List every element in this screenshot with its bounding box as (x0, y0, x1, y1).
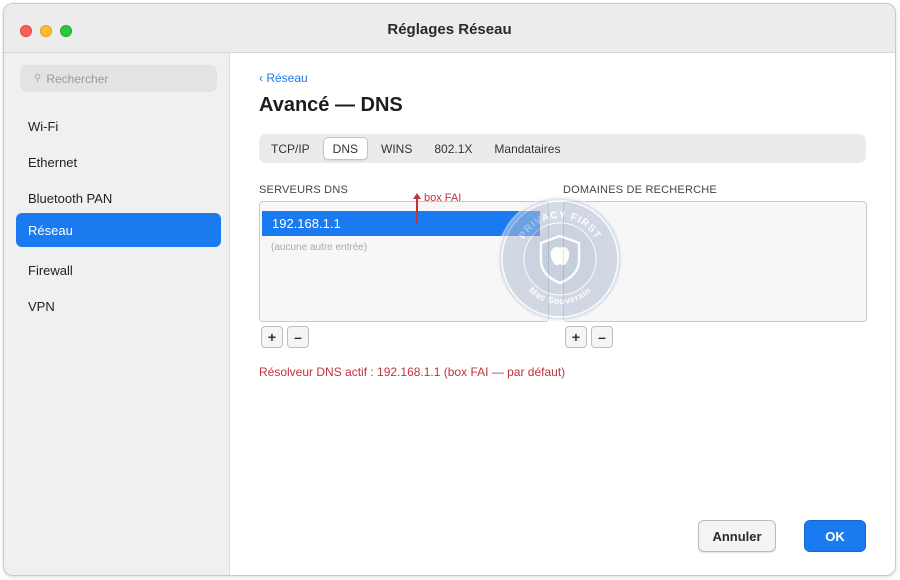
annotation-label: box FAI (424, 192, 462, 204)
settings-window: Réglages Réseau ⚲ Rechercher Wi-Fi Ether… (3, 3, 896, 576)
tab-mandataires[interactable]: Mandataires (485, 137, 569, 160)
apple-icon (550, 247, 570, 266)
sidebar: ⚲ Rechercher Wi-Fi Ethernet Bluetooth PA… (4, 53, 230, 575)
sidebar-item-vpn[interactable]: VPN (16, 289, 221, 323)
cancel-button[interactable]: Annuler (698, 520, 776, 552)
remove-dns-server-button[interactable]: – (287, 326, 309, 348)
search-placeholder: Rechercher (46, 71, 109, 86)
privacy-seal-watermark: PRIVACY FIRST Mac Souverain (497, 196, 623, 322)
title-bar: Réglages Réseau (4, 4, 895, 53)
page-title: Avancé — DNS (259, 94, 403, 116)
resolver-status: Résolveur DNS actif : 192.168.1.1 (box F… (259, 365, 566, 379)
annotation-arrow (416, 197, 418, 223)
tab-tcp-ip[interactable]: TCP/IP (262, 137, 319, 160)
ok-button[interactable]: OK (804, 520, 866, 552)
tab-802-1x[interactable]: 802.1X (425, 137, 481, 160)
search-domains-label: DOMAINES DE RECHERCHE (563, 184, 717, 196)
back-link[interactable]: ‹ Réseau (259, 71, 308, 85)
tab-wins[interactable]: WINS (372, 137, 421, 160)
search-field[interactable]: ⚲ Rechercher (20, 65, 217, 92)
remove-search-domain-button[interactable]: – (591, 326, 613, 348)
tab-bar: TCP/IP DNS WINS 802.1X Mandataires (259, 134, 866, 163)
dns-empty-note: (aucune autre entrée) (271, 242, 368, 253)
window-title: Réglages Réseau (387, 21, 512, 38)
sidebar-item-ethernet[interactable]: Ethernet (16, 145, 221, 179)
sidebar-item-wifi[interactable]: Wi-Fi (16, 109, 221, 143)
search-icon: ⚲ (34, 73, 42, 84)
sidebar-item-bluetooth-pan[interactable]: Bluetooth PAN (16, 181, 221, 215)
add-search-domain-button[interactable]: + (565, 326, 587, 348)
sidebar-item-reseau[interactable]: Réseau (16, 213, 221, 247)
dns-server-entry[interactable]: 192.168.1.1 (262, 211, 540, 236)
sidebar-item-firewall[interactable]: Firewall (16, 253, 221, 287)
add-dns-server-button[interactable]: + (261, 326, 283, 348)
dns-servers-label: SERVEURS DNS (259, 184, 348, 196)
tab-dns[interactable]: DNS (322, 137, 369, 160)
